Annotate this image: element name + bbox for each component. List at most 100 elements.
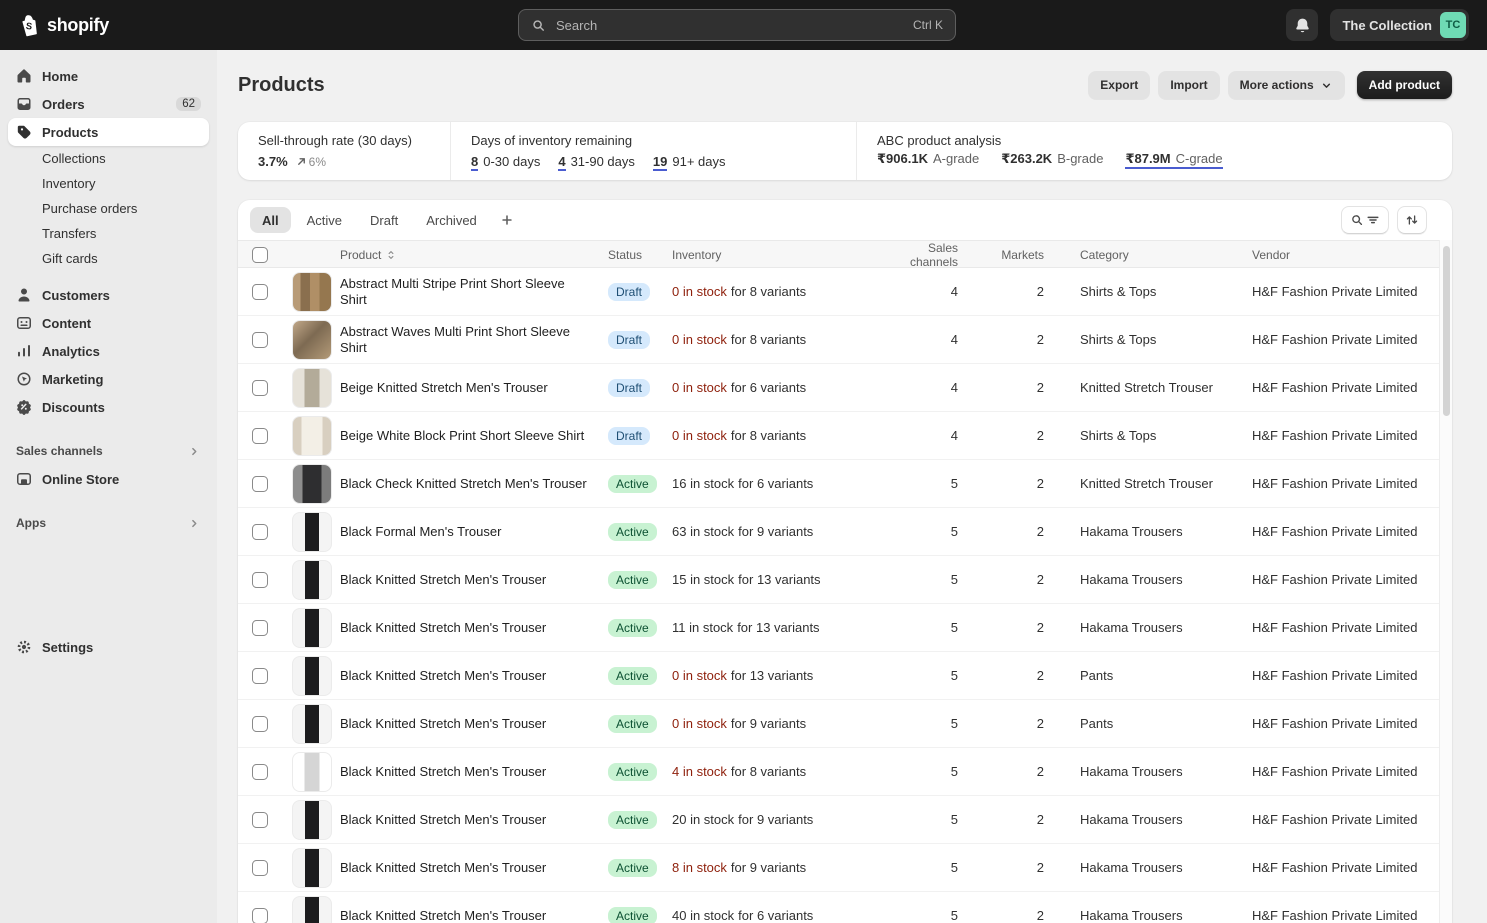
row-checkbox[interactable] <box>252 716 268 732</box>
row-checkbox[interactable] <box>252 380 268 396</box>
tab-all[interactable]: All <box>250 207 291 233</box>
inventory-days-31-90-days[interactable]: 431-90 days <box>558 154 635 169</box>
table-row[interactable]: Abstract Waves Multi Print Short Sleeve … <box>238 316 1439 364</box>
sidebar-item-discounts[interactable]: Discounts <box>8 393 209 421</box>
table-row[interactable]: Black Knitted Stretch Men's Trouser Acti… <box>238 892 1439 923</box>
product-title-link[interactable]: Black Formal Men's Trouser <box>340 524 608 540</box>
markets-cell: 2 <box>970 284 1056 299</box>
stat-sell-through: Sell-through rate (30 days) 3.7% 6% <box>238 122 450 180</box>
scrollbar-thumb[interactable] <box>1443 246 1450 416</box>
product-title-link[interactable]: Black Knitted Stretch Men's Trouser <box>340 716 608 732</box>
sales-channels-cell: 4 <box>884 332 970 347</box>
product-title-link[interactable]: Black Knitted Stretch Men's Trouser <box>340 908 608 923</box>
sidebar-item-customers[interactable]: Customers <box>8 281 209 309</box>
product-title-link[interactable]: Abstract Waves Multi Print Short Sleeve … <box>340 324 608 356</box>
add-product-button[interactable]: Add product <box>1357 71 1452 99</box>
row-checkbox[interactable] <box>252 764 268 780</box>
table-row[interactable]: Beige White Block Print Short Sleeve Shi… <box>238 412 1439 460</box>
sidebar-subitem-purchase-orders[interactable]: Purchase orders <box>8 196 209 221</box>
notifications-button[interactable] <box>1286 9 1318 41</box>
sidebar-subitem-collections[interactable]: Collections <box>8 146 209 171</box>
inventory-days-91-days[interactable]: 1991+ days <box>653 154 726 169</box>
more-actions-button[interactable]: More actions <box>1228 71 1345 99</box>
row-checkbox[interactable] <box>252 908 268 923</box>
sort-button[interactable] <box>1397 206 1427 234</box>
select-all-checkbox[interactable] <box>252 247 268 263</box>
product-title-link[interactable]: Black Knitted Stretch Men's Trouser <box>340 668 608 684</box>
export-button[interactable]: Export <box>1088 71 1150 99</box>
import-button[interactable]: Import <box>1158 71 1219 99</box>
inventory-cell: 40 in stockfor 6 variants <box>672 908 884 923</box>
table-scrollbar[interactable] <box>1439 240 1452 923</box>
row-checkbox[interactable] <box>252 860 268 876</box>
sidebar-subitem-transfers[interactable]: Transfers <box>8 221 209 246</box>
product-title-link[interactable]: Black Knitted Stretch Men's Trouser <box>340 812 608 828</box>
product-title-link[interactable]: Black Knitted Stretch Men's Trouser <box>340 620 608 636</box>
sidebar-item-settings[interactable]: Settings <box>8 633 209 661</box>
table-row[interactable]: Abstract Multi Stripe Print Short Sleeve… <box>238 268 1439 316</box>
products-icon <box>16 124 32 140</box>
table-row[interactable]: Black Knitted Stretch Men's Trouser Acti… <box>238 748 1439 796</box>
product-title-link[interactable]: Black Knitted Stretch Men's Trouser <box>340 860 608 876</box>
product-title-link[interactable]: Black Knitted Stretch Men's Trouser <box>340 764 608 780</box>
global-search[interactable]: Ctrl K <box>518 9 956 41</box>
account-menu[interactable]: The Collection TC <box>1330 9 1469 41</box>
row-checkbox[interactable] <box>252 476 268 492</box>
status-badge: Active <box>608 571 657 589</box>
sidebar-item-marketing[interactable]: Marketing <box>8 365 209 393</box>
sales-channels-cell: 5 <box>884 716 970 731</box>
table-row[interactable]: Black Knitted Stretch Men's Trouser Acti… <box>238 700 1439 748</box>
sidebar-section-apps[interactable]: Apps <box>8 509 209 537</box>
column-product[interactable]: Product <box>340 248 608 262</box>
sidebar-sections: Sales channels Online Store Apps <box>0 421 217 537</box>
sidebar-item-home[interactable]: Home <box>8 62 209 90</box>
sidebar-subitem-gift-cards[interactable]: Gift cards <box>8 246 209 271</box>
tab-draft[interactable]: Draft <box>358 207 410 233</box>
table-row[interactable]: Black Formal Men's Trouser Active 63 in … <box>238 508 1439 556</box>
sidebar-subitem-inventory[interactable]: Inventory <box>8 171 209 196</box>
vendor-cell: H&F Fashion Private Limited <box>1252 668 1439 683</box>
sidebar-item-online-store[interactable]: Online Store <box>8 465 209 493</box>
row-checkbox[interactable] <box>252 572 268 588</box>
row-checkbox[interactable] <box>252 284 268 300</box>
table-row[interactable]: Black Knitted Stretch Men's Trouser Acti… <box>238 652 1439 700</box>
product-thumbnail <box>292 464 332 504</box>
table-row[interactable]: Black Knitted Stretch Men's Trouser Acti… <box>238 844 1439 892</box>
abc-c-grade[interactable]: ₹87.9MC-grade <box>1125 151 1222 169</box>
table-row[interactable]: Black Knitted Stretch Men's Trouser Acti… <box>238 556 1439 604</box>
row-checkbox[interactable] <box>252 428 268 444</box>
shopify-logo[interactable]: shopify <box>16 13 109 38</box>
product-title-link[interactable]: Black Check Knitted Stretch Men's Trouse… <box>340 476 608 492</box>
table-row[interactable]: Black Check Knitted Stretch Men's Trouse… <box>238 460 1439 508</box>
sidebar-section-sales-channels[interactable]: Sales channels <box>8 437 209 465</box>
inventory-cell: 4 in stockfor 8 variants <box>672 764 884 779</box>
row-checkbox[interactable] <box>252 812 268 828</box>
product-title-link[interactable]: Beige White Block Print Short Sleeve Shi… <box>340 428 608 444</box>
table-row[interactable]: Black Knitted Stretch Men's Trouser Acti… <box>238 604 1439 652</box>
sidebar-item-products[interactable]: Products <box>8 118 209 146</box>
inventory-days-0-30-days[interactable]: 80-30 days <box>471 154 540 169</box>
markets-cell: 2 <box>970 668 1056 683</box>
sidebar-item-orders[interactable]: Orders 62 <box>8 90 209 118</box>
row-checkbox[interactable] <box>252 524 268 540</box>
table-row[interactable]: Black Knitted Stretch Men's Trouser Acti… <box>238 796 1439 844</box>
product-title-link[interactable]: Beige Knitted Stretch Men's Trouser <box>340 380 608 396</box>
product-title-link[interactable]: Abstract Multi Stripe Print Short Sleeve… <box>340 276 608 308</box>
sidebar-item-content[interactable]: Content <box>8 309 209 337</box>
row-checkbox[interactable] <box>252 620 268 636</box>
inventory-cell: 15 in stockfor 13 variants <box>672 572 884 587</box>
row-checkbox[interactable] <box>252 332 268 348</box>
row-checkbox[interactable] <box>252 668 268 684</box>
product-title-link[interactable]: Black Knitted Stretch Men's Trouser <box>340 572 608 588</box>
sidebar-item-analytics[interactable]: Analytics <box>8 337 209 365</box>
table-row[interactable]: Beige Knitted Stretch Men's Trouser Draf… <box>238 364 1439 412</box>
sales-channels-cell: 4 <box>884 380 970 395</box>
search-filter-button[interactable] <box>1341 206 1389 234</box>
product-thumbnail <box>292 656 332 696</box>
search-input[interactable] <box>554 17 905 34</box>
vendor-cell: H&F Fashion Private Limited <box>1252 908 1439 923</box>
tab-active[interactable]: Active <box>295 207 354 233</box>
metrics-bar: Sell-through rate (30 days) 3.7% 6% Days… <box>238 122 1452 180</box>
tab-archived[interactable]: Archived <box>414 207 489 233</box>
add-view-tab-button[interactable] <box>493 207 521 233</box>
